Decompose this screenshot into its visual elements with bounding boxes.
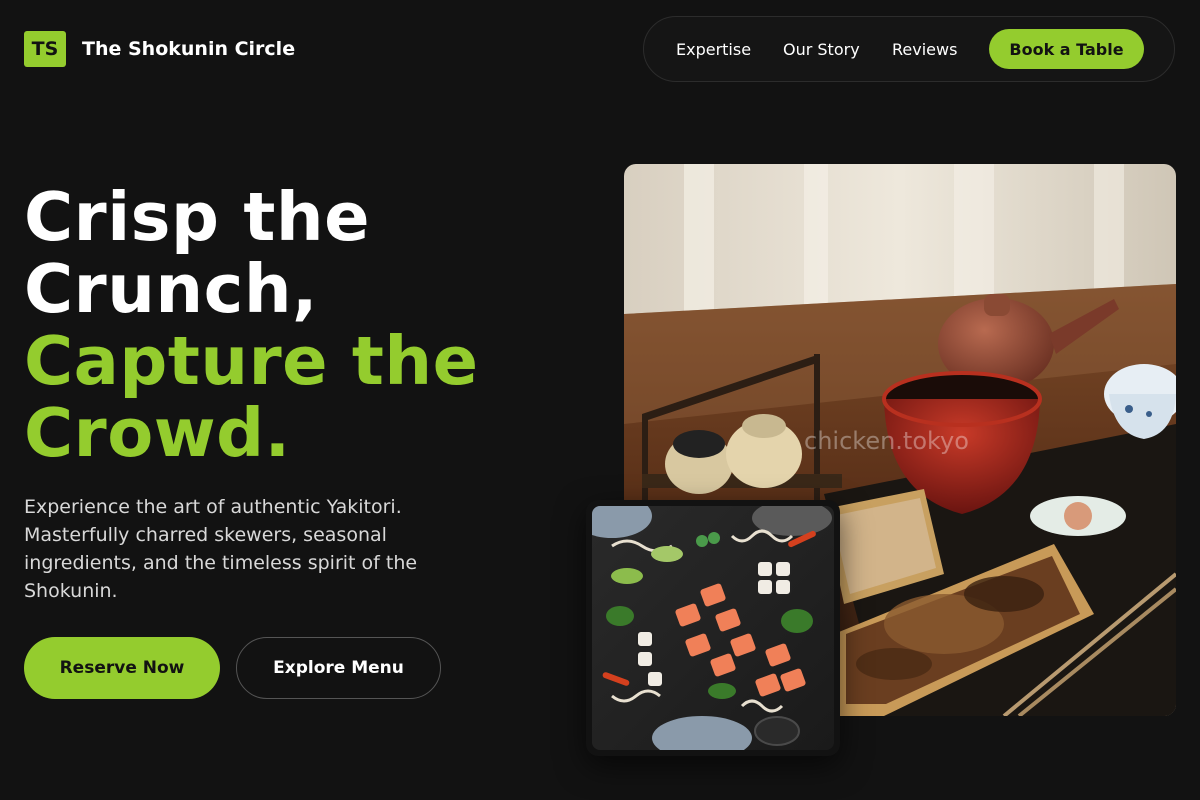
hero-headline: Crisp the Crunch, Capture the Crowd. [24,181,479,469]
nav-link-expertise[interactable]: Expertise [676,40,751,59]
brand-logo[interactable]: TS The Shokunin Circle [24,31,295,67]
hero-description: Experience the art of authentic Yakitori… [24,496,418,602]
top-nav: Expertise Our Story Reviews Book a Table [643,16,1175,82]
inset-photo-sushi [586,500,840,756]
headline-line-1: Crisp the [24,178,371,256]
book-table-button[interactable]: Book a Table [989,29,1144,69]
nav-link-our-story[interactable]: Our Story [783,40,860,59]
headline-line-2: Crunch, [24,250,318,328]
explore-menu-button[interactable]: Explore Menu [236,637,441,699]
headline-line-4: Crowd. [24,394,291,472]
logo-badge: TS [24,31,66,67]
nav-link-reviews[interactable]: Reviews [892,40,957,59]
headline-line-3: Capture the [24,322,479,400]
brand-name: The Shokunin Circle [82,38,296,60]
main-photo-watermark: chicken.tokyo [804,427,969,455]
reserve-now-button[interactable]: Reserve Now [24,637,220,699]
